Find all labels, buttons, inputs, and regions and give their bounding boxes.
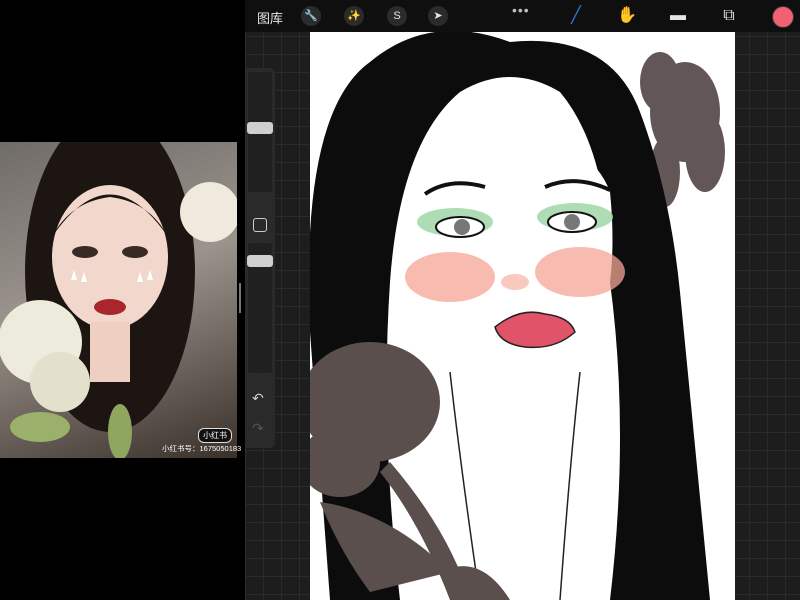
drawing-canvas[interactable] <box>310 32 735 600</box>
brush-size-knob[interactable] <box>247 122 273 134</box>
opacity-knob[interactable] <box>247 255 273 267</box>
gallery-button[interactable]: 图库 <box>257 8 283 27</box>
color-picker-button[interactable] <box>772 6 794 28</box>
eraser-icon[interactable]: ▬ <box>667 5 689 27</box>
magic-wand-icon[interactable]: ✨ <box>344 6 364 26</box>
top-toolbar: 图库 🔧 ✨ S ➤ ••• ╱ ✋ ▬ ⧉ <box>245 0 800 32</box>
modify-button[interactable] <box>253 218 267 232</box>
opacity-slider[interactable] <box>247 243 273 373</box>
brush-size-slider[interactable] <box>247 72 273 192</box>
transform-arrow-icon[interactable]: ➤ <box>428 6 448 26</box>
watermark-id: 小红书号：1675050183 <box>162 444 242 453</box>
more-menu-icon[interactable]: ••• <box>512 2 530 18</box>
split-view-grip[interactable] <box>239 283 241 313</box>
smudge-icon[interactable]: ✋ <box>616 5 638 27</box>
reference-photo <box>0 142 237 458</box>
redo-icon[interactable]: ↷ <box>252 420 264 437</box>
undo-icon[interactable]: ↶ <box>252 390 264 407</box>
wrench-icon[interactable]: 🔧 <box>301 6 321 26</box>
side-slider-panel: ↶ ↷ <box>245 68 275 448</box>
reference-pane: 小红书 小红书号：1675050183 <box>0 0 245 600</box>
watermark-badge: 小红书 <box>198 428 232 443</box>
layers-icon[interactable]: ⧉ <box>718 5 740 27</box>
selection-icon[interactable]: S <box>387 6 407 26</box>
brush-icon[interactable]: ╱ <box>565 5 587 27</box>
